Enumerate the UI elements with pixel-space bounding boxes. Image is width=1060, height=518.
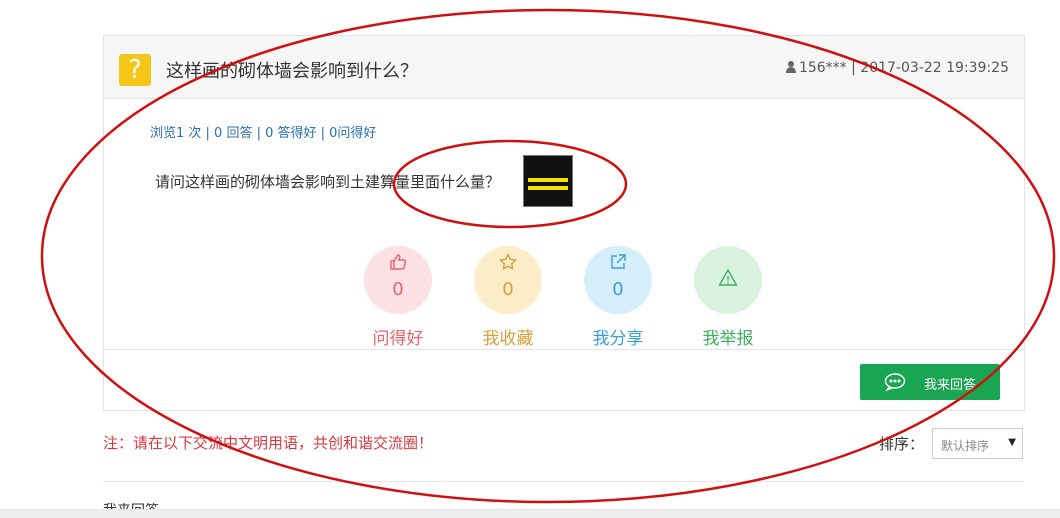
- star-icon: [499, 253, 517, 271]
- dropdown-arrow-icon: ▼: [1008, 437, 1016, 448]
- warning-icon: [718, 268, 738, 286]
- civility-notice: 注：请在以下交流中文明用语，共创和谐交流圈！: [103, 434, 434, 452]
- share-count: 0: [612, 279, 624, 300]
- attached-image-thumbnail[interactable]: [523, 155, 573, 207]
- page-bottom-bar: [0, 509, 1060, 518]
- question-stats: 浏览1 次 | 0 回答 | 0 答得好 | 0问得好: [150, 126, 377, 141]
- sort-selected-value: 默认排序: [941, 439, 990, 453]
- thumb-up-icon: [390, 254, 407, 270]
- question-mark-icon: ?: [119, 54, 151, 86]
- sort-label: 排序：: [879, 435, 925, 453]
- answer-button[interactable]: 我来回答: [860, 364, 1000, 400]
- user-icon: [785, 61, 796, 73]
- author-name[interactable]: 156***: [799, 60, 847, 76]
- ask-good-count: 0: [392, 279, 404, 300]
- question-card: ? 这样画的砌体墙会影响到什么？ 156*** | 2017-03-22 19:…: [103, 35, 1025, 411]
- sort-select[interactable]: 默认排序 ▼: [932, 428, 1023, 459]
- section-divider: [103, 481, 1023, 482]
- answer-button-label: 我来回答: [924, 378, 977, 393]
- report-label: 我举报: [702, 329, 754, 349]
- share-button[interactable]: 0 我分享: [578, 246, 658, 349]
- favorite-count: 0: [502, 279, 514, 300]
- favorite-button[interactable]: 0 我收藏: [468, 246, 548, 349]
- question-meta: 156*** | 2017-03-22 19:39:25: [785, 60, 1009, 76]
- post-datetime: 2017-03-22 19:39:25: [860, 60, 1009, 76]
- question-header: ? 这样画的砌体墙会影响到什么？ 156*** | 2017-03-22 19:…: [104, 36, 1024, 99]
- report-button[interactable]: 我举报: [688, 246, 768, 349]
- favorite-label: 我收藏: [482, 329, 534, 349]
- ask-good-button[interactable]: 0 问得好: [358, 246, 438, 349]
- chat-bubble-icon: [884, 373, 906, 391]
- question-body: 请问这样画的砌体墙会影响到土建算量里面什么量？: [155, 173, 501, 191]
- meta-separator: |: [851, 60, 856, 76]
- share-label: 我分享: [592, 329, 644, 349]
- card-divider: [104, 349, 1024, 350]
- share-icon: [611, 254, 626, 269]
- question-title: 这样画的砌体墙会影响到什么？: [166, 61, 418, 82]
- ask-good-label: 问得好: [372, 329, 424, 349]
